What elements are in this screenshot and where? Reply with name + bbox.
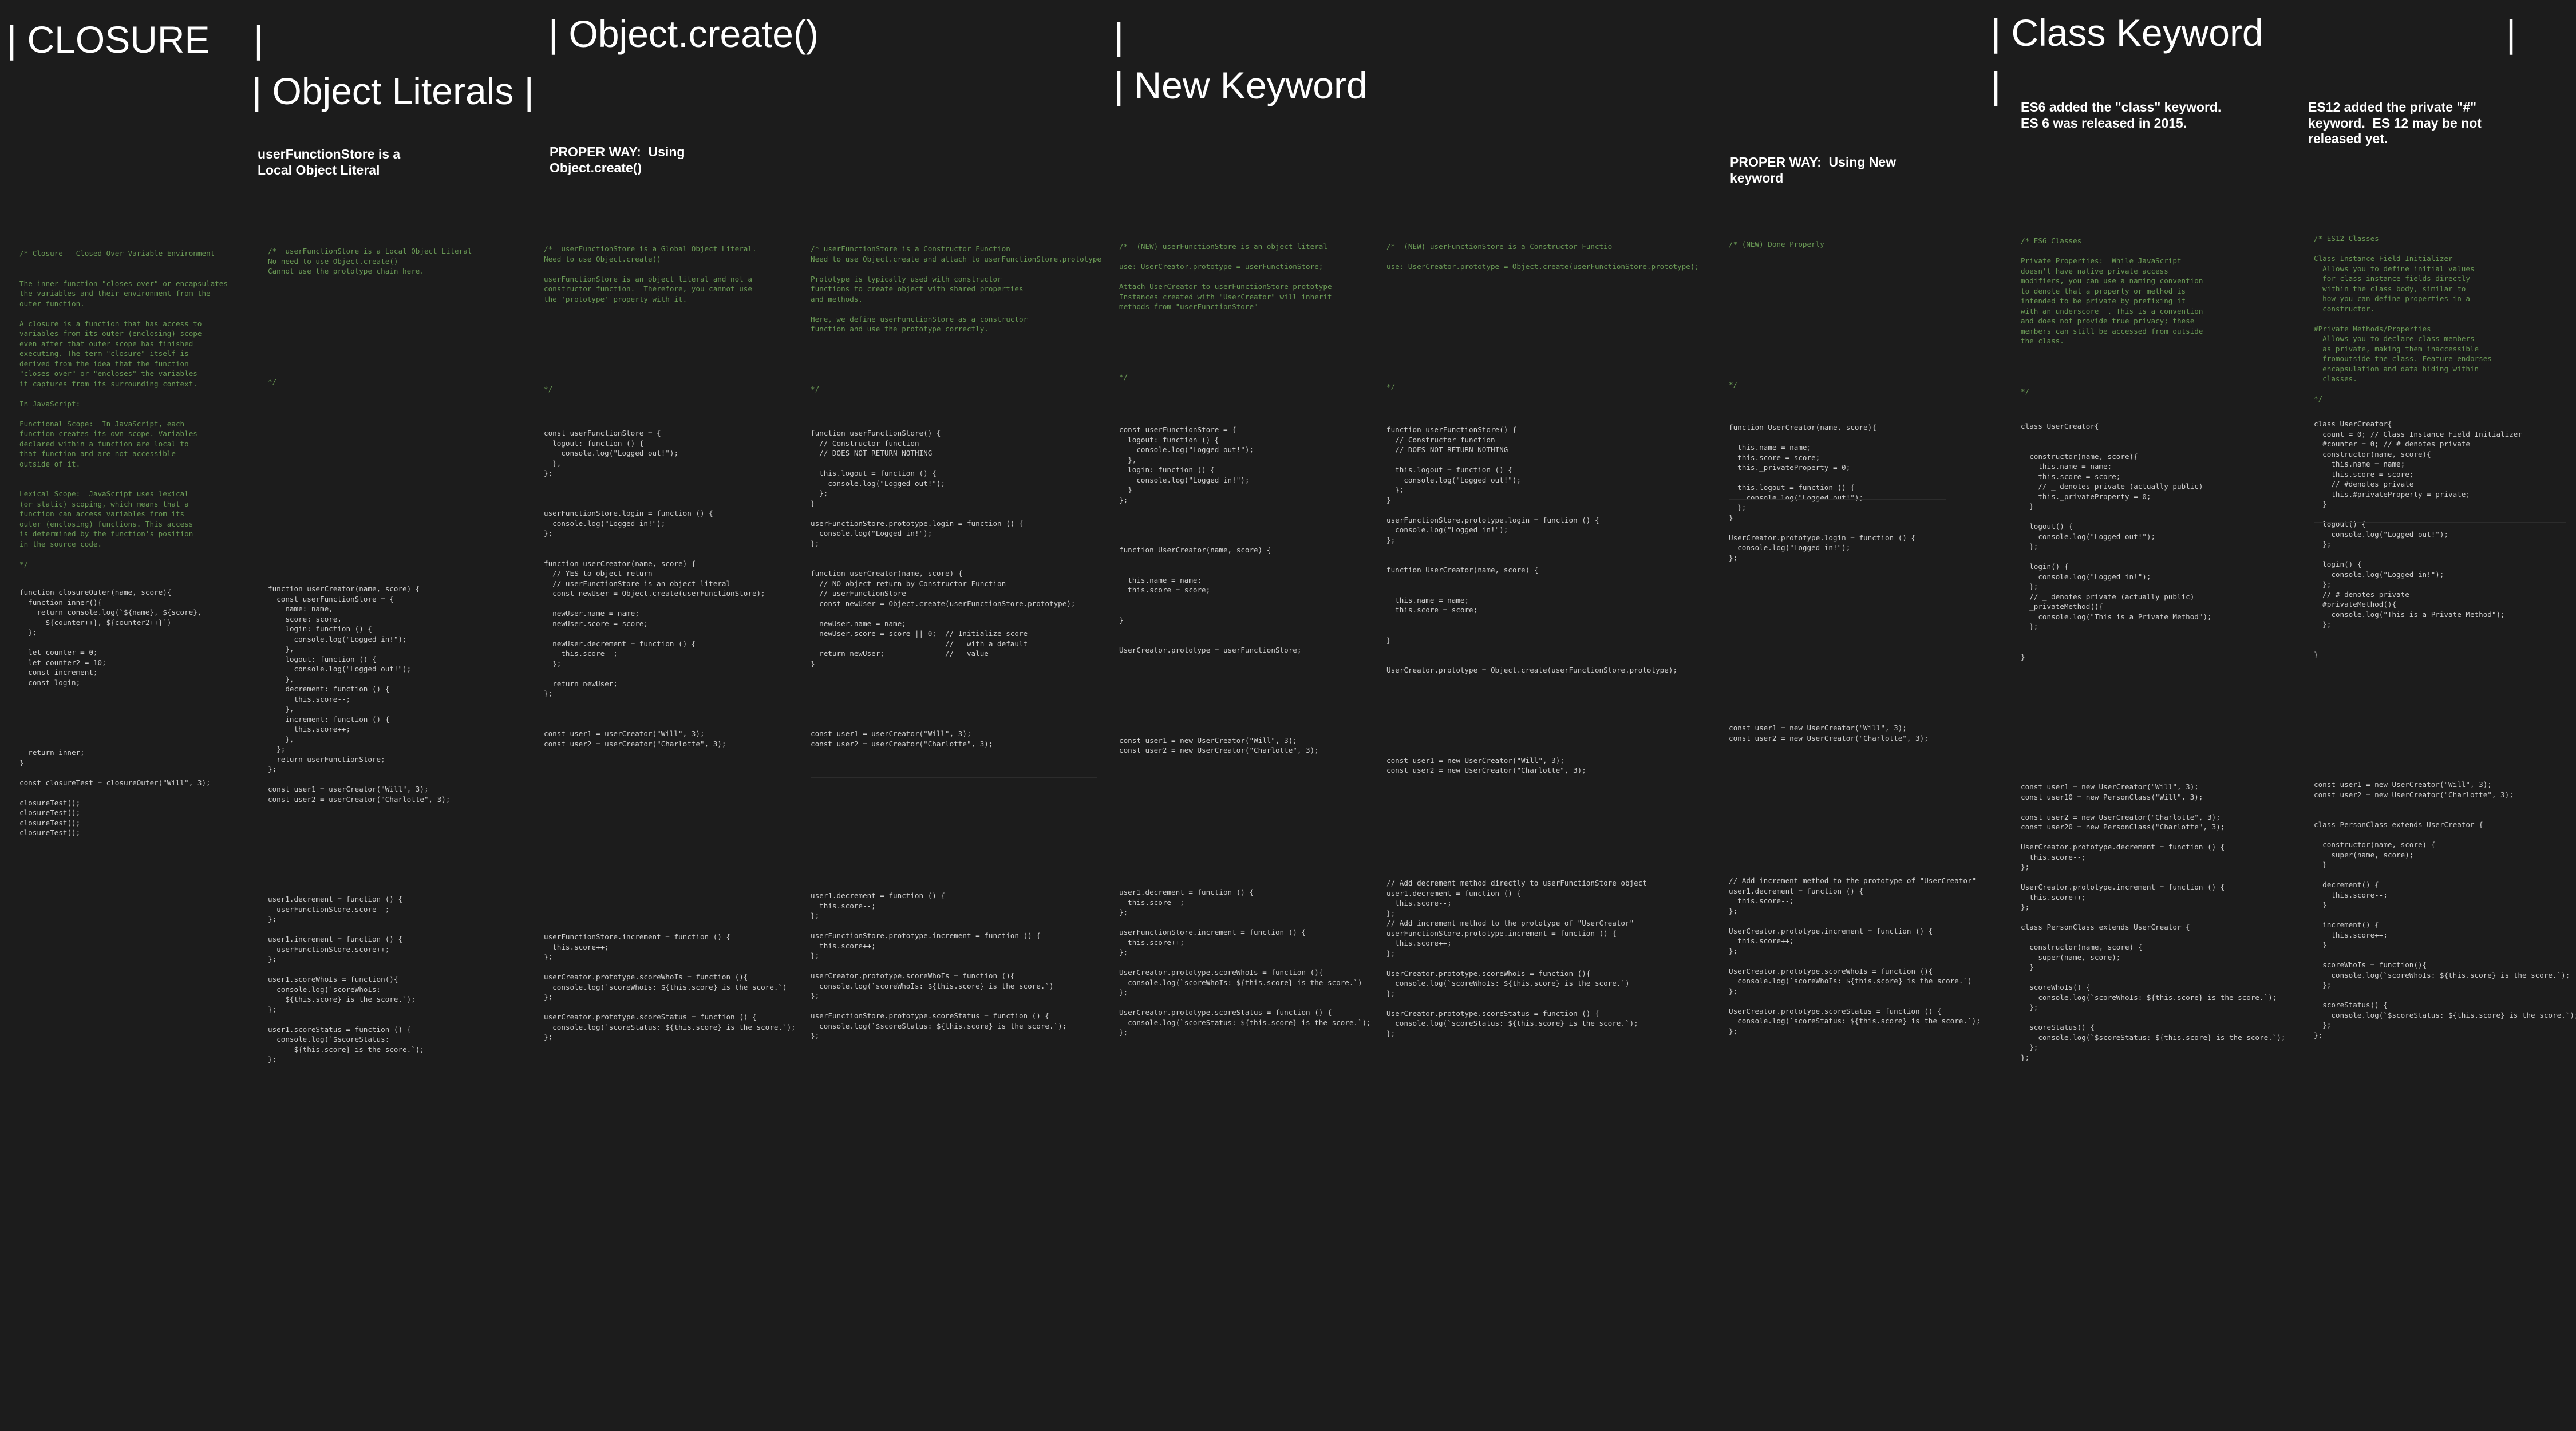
- note-local-object-literal: userFunctionStore is a Local Object Lite…: [258, 147, 401, 177]
- heading-closure: | CLOSURE: [7, 18, 210, 61]
- object-literal-methods: user1.decrement = function () { userFunc…: [268, 895, 424, 1064]
- new-proper-methods: // Add increment method to the prototype…: [1729, 876, 1981, 1035]
- new-constructor-code: function userFunctionStore() { // Constr…: [1386, 425, 1677, 774]
- new-proper-comment: /* (NEW) Done Properly */: [1729, 240, 1824, 389]
- section-divider: [2314, 522, 2566, 523]
- es12-class-comment: /* ES12 Classes Class Instance Field Ini…: [2314, 234, 2492, 403]
- new-literal-methods: user1.decrement = function () { this.sco…: [1119, 888, 1371, 1037]
- es6-class-usage: const user1 = new UserCreator("Will", 3)…: [2021, 782, 2286, 1062]
- es6-class-code: class UserCreator{ constructor(name, sco…: [2021, 422, 2212, 661]
- note-es12-private: ES12 added the private "#" keyword. ES 1…: [2308, 100, 2482, 147]
- divider-bar: |: [1991, 64, 2001, 106]
- object-create-code: const userFunctionStore = { logout: func…: [544, 429, 765, 748]
- new-constructor-methods: // Add decrement method directly to user…: [1386, 879, 1647, 1038]
- section-divider: [811, 777, 1097, 778]
- heading-object-literals: | Object Literals |: [252, 70, 534, 112]
- object-literal-comment: /* userFunctionStore is a Local Object L…: [268, 247, 472, 386]
- divider-bar: |: [254, 18, 264, 61]
- new-literal-code: const userFunctionStore = { logout: func…: [1119, 425, 1319, 754]
- heading-class-keyword: | Class Keyword: [1991, 11, 2263, 54]
- es6-class-comment: /* ES6 Classes Private Properties: While…: [2021, 236, 2203, 396]
- divider-bar: |: [1114, 15, 1124, 57]
- heading-new-keyword: | New Keyword: [1114, 64, 1368, 106]
- object-create-comment: /* userFunctionStore is a Global Object …: [544, 244, 757, 393]
- divider-bar: |: [2506, 13, 2516, 55]
- constructor-create-comment: /* userFunctionStore is a Constructor Fu…: [811, 244, 1101, 393]
- new-proper-code: function UserCreator(name, score){ this.…: [1729, 423, 1929, 742]
- constructor-create-methods: user1.decrement = function () { this.sco…: [811, 891, 1067, 1040]
- es12-class-usage: const user1 = new UserCreator("Will", 3)…: [2314, 780, 2576, 1039]
- closure-comment: /* Closure - Closed Over Variable Enviro…: [19, 249, 228, 568]
- section-divider: [1729, 499, 1946, 500]
- object-literal-code: function userCreator(name, score) { cons…: [268, 584, 451, 804]
- constructor-create-code: function userFunctionStore() { // Constr…: [811, 429, 1076, 748]
- heading-object-create: | Object.create(): [548, 13, 819, 55]
- object-create-methods: userFunctionStore.increment = function (…: [544, 932, 796, 1041]
- note-proper-new-keyword: PROPER WAY: Using New keyword: [1730, 155, 1897, 185]
- es12-class-code: class UserCreator{ count = 0; // Class I…: [2314, 420, 2522, 659]
- closure-code: function closureOuter(name, score){ func…: [19, 588, 211, 837]
- new-constructor-comment: /* (NEW) userFunctionStore is a Construc…: [1386, 242, 1699, 391]
- note-es6-class: ES6 added the "class" keyword. ES 6 was …: [2021, 100, 2222, 131]
- new-literal-comment: /* (NEW) userFunctionStore is an object …: [1119, 242, 1332, 381]
- note-proper-object-create: PROPER WAY: Using Object.create(): [550, 144, 685, 175]
